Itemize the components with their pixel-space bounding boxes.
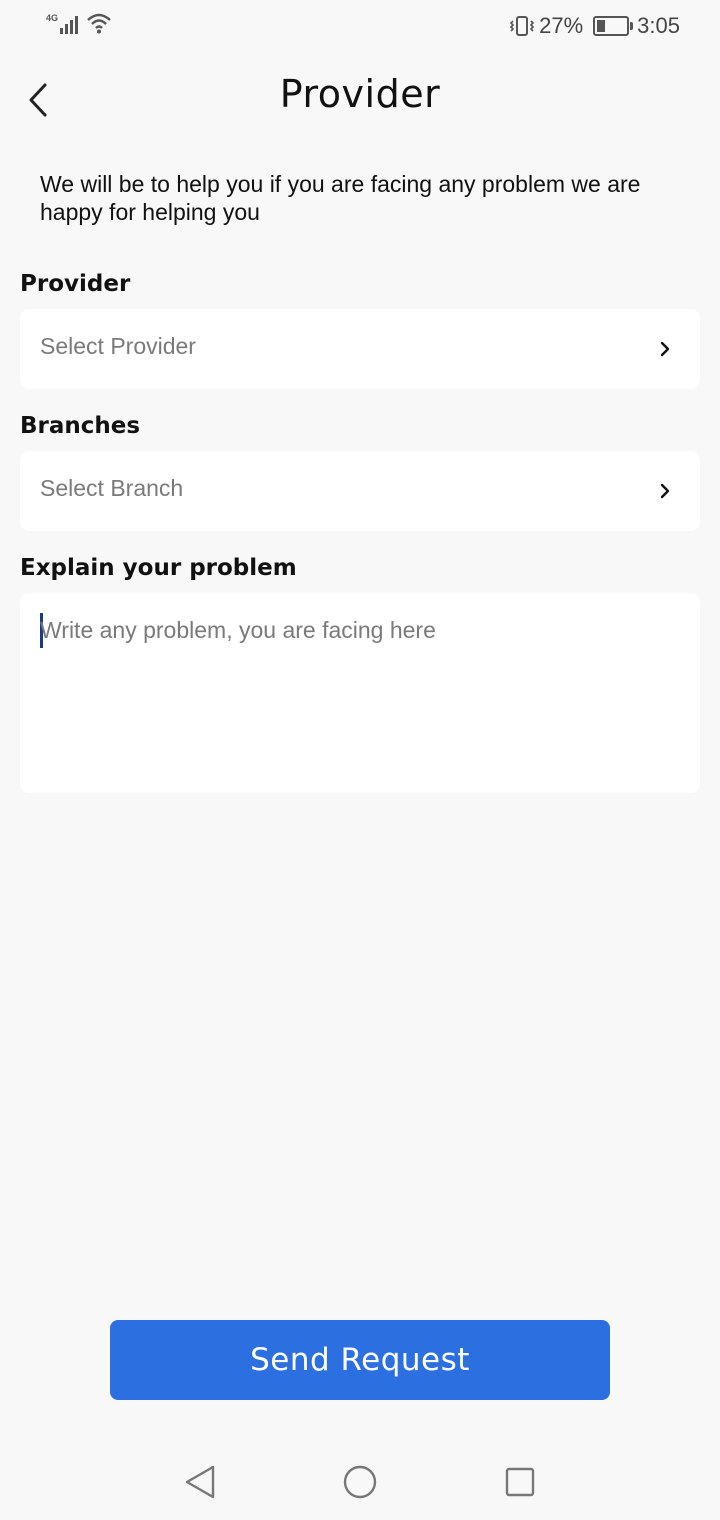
branch-label: Branches: [20, 413, 141, 439]
status-right: 27% 3:05: [509, 13, 680, 39]
branch-placeholder: Select Branch: [40, 475, 184, 501]
system-nav-bar: [0, 1440, 720, 1520]
network-type: 4G: [46, 13, 59, 23]
provider-select[interactable]: Select Provider: [20, 309, 700, 389]
nav-back-icon: [185, 1465, 215, 1499]
problem-textarea[interactable]: Write any problem, you are facing here: [20, 593, 700, 793]
send-request-button[interactable]: Send Request: [110, 1320, 610, 1400]
nav-back-button[interactable]: [180, 1462, 220, 1502]
signal-icon: [60, 12, 78, 34]
chevron-right-icon: [660, 483, 670, 499]
nav-recents-button[interactable]: [500, 1462, 540, 1502]
branch-select[interactable]: Select Branch: [20, 451, 700, 531]
page-title: Provider: [279, 72, 441, 116]
clock: 3:05: [637, 13, 680, 38]
provider-placeholder: Select Provider: [40, 333, 196, 359]
battery-percent: 27%: [539, 13, 584, 38]
chevron-right-icon: [660, 341, 670, 357]
provider-label: Provider: [20, 271, 131, 297]
nav-home-icon: [343, 1465, 377, 1499]
nav-recents-icon: [505, 1467, 535, 1497]
app-header: Provider: [0, 60, 720, 136]
problem-placeholder: Write any problem, you are facing here: [40, 617, 436, 643]
status-bar: 4G 27% 3:05: [0, 0, 720, 56]
battery-icon: [593, 16, 634, 36]
status-left: 4G: [46, 12, 112, 34]
vibrate-icon: [509, 16, 535, 36]
intro-text: We will be to help you if you are facing…: [40, 171, 641, 225]
wifi-icon: [87, 13, 111, 34]
battery-level-fill: [597, 20, 606, 32]
problem-label: Explain your problem: [20, 555, 297, 581]
nav-home-button[interactable]: [340, 1462, 380, 1502]
